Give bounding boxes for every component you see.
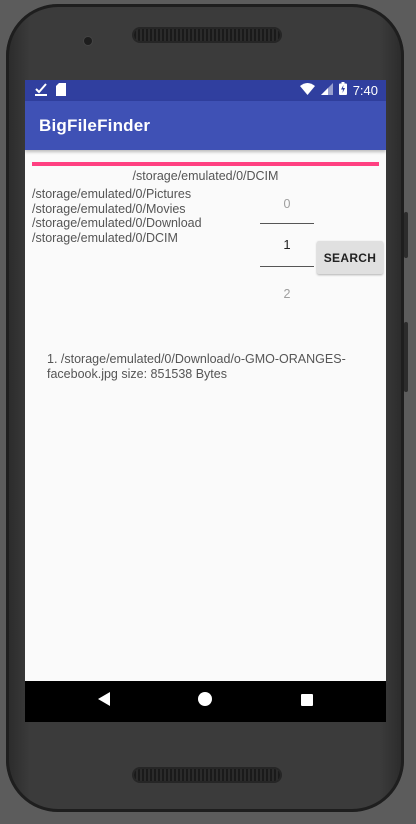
back-icon bbox=[97, 692, 111, 711]
download-done-icon bbox=[35, 83, 47, 101]
directory-list: /storage/emulated/0/Pictures /storage/em… bbox=[32, 187, 202, 245]
power-button[interactable] bbox=[404, 322, 408, 392]
status-time: 7:40 bbox=[352, 82, 378, 98]
navigation-bar bbox=[25, 681, 386, 722]
sd-card-icon bbox=[56, 83, 66, 101]
progress-bar bbox=[32, 162, 379, 166]
back-button[interactable] bbox=[74, 681, 134, 722]
home-button[interactable] bbox=[175, 681, 235, 722]
front-camera bbox=[84, 37, 92, 45]
app-bar: BigFileFinder bbox=[25, 101, 386, 150]
picker-next-value[interactable]: 2 bbox=[260, 267, 314, 305]
search-button[interactable]: SEARCH bbox=[317, 241, 383, 274]
result-item: 1. /storage/emulated/0/Download/o-GMO-OR… bbox=[47, 352, 346, 381]
recents-button[interactable] bbox=[277, 681, 337, 722]
home-icon bbox=[198, 692, 212, 711]
signal-icon bbox=[320, 82, 333, 98]
status-bar: 7:40 bbox=[25, 80, 386, 101]
wifi-icon bbox=[299, 82, 315, 98]
directory-item: /storage/emulated/0/Movies bbox=[32, 201, 186, 216]
volume-button[interactable] bbox=[404, 212, 408, 258]
bottom-speaker bbox=[134, 769, 280, 781]
current-path-label: /storage/emulated/0/DCIM bbox=[132, 169, 279, 183]
recents-icon bbox=[301, 693, 313, 711]
picker-selected-value[interactable]: 1 bbox=[260, 224, 314, 266]
directory-item: /storage/emulated/0/DCIM bbox=[32, 230, 178, 245]
device-screen: 7:40 BigFileFinder /storage/emulated/0/D… bbox=[25, 80, 386, 722]
directory-item: /storage/emulated/0/Pictures bbox=[32, 187, 192, 201]
top-speaker bbox=[134, 29, 280, 41]
results-list: 1. /storage/emulated/0/Download/o-GMO-OR… bbox=[47, 352, 367, 381]
battery-charging-icon bbox=[338, 82, 347, 98]
app-title: BigFileFinder bbox=[39, 116, 151, 135]
directory-item: /storage/emulated/0/Download bbox=[32, 216, 202, 230]
picker-prev-value[interactable]: 0 bbox=[260, 192, 314, 223]
number-picker[interactable]: 0 1 2 bbox=[260, 192, 314, 305]
